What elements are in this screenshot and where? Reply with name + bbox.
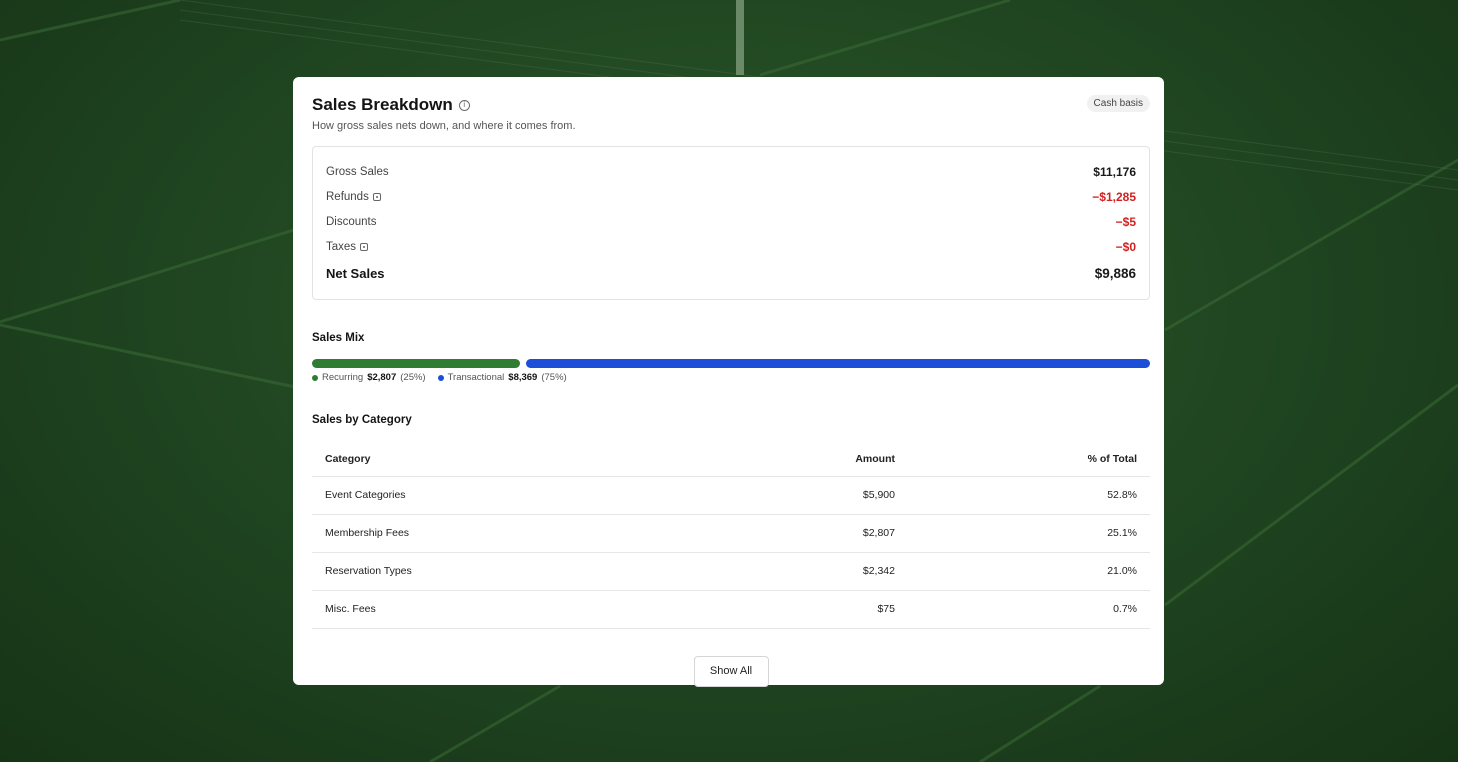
legend-transactional: Transactional $8,369 (75%): [437, 372, 567, 383]
sales-mix-legend: Recurring $2,807 (25%) Transactional $8,…: [312, 372, 1150, 383]
pct-cell: 52.8%: [908, 476, 1150, 515]
column-header-amount[interactable]: Amount: [792, 443, 908, 477]
category-cell: Reservation Types: [312, 552, 792, 591]
category-table: Category Amount % of Total Event Categor…: [312, 443, 1150, 629]
info-icon[interactable]: i: [458, 99, 470, 111]
table-row: Membership Fees $2,807 25.1%: [312, 514, 1150, 553]
transactional-amount: $8,369: [508, 372, 538, 383]
transactional-pct: (75%): [541, 372, 567, 383]
taxes-row: Taxes −$0: [326, 234, 1136, 259]
recurring-label: Recurring: [322, 372, 364, 383]
amount-cell: $5,900: [792, 476, 908, 515]
table-row: Reservation Types $2,342 21.0%: [312, 552, 1150, 591]
pct-cell: 21.0%: [908, 552, 1150, 591]
show-all-button[interactable]: Show All: [693, 655, 769, 687]
transactional-label: Transactional: [447, 372, 505, 383]
card-title: Sales Breakdown: [312, 95, 453, 114]
sales-breakdown-card: Sales Breakdown i How gross sales nets d…: [293, 77, 1164, 687]
refunds-info-icon[interactable]: [372, 192, 381, 201]
card-header: Sales Breakdown i How gross sales nets d…: [312, 95, 1150, 132]
transactional-dot-icon: [437, 374, 444, 381]
net-sales-value: $9,886: [1094, 265, 1136, 281]
category-cell: Event Categories: [312, 476, 792, 515]
net-sales-row: Net Sales $9,886: [326, 259, 1136, 287]
refunds-row: Refunds −$1,285: [326, 184, 1136, 209]
amount-cell: $75: [792, 590, 908, 629]
taxes-info-icon[interactable]: [360, 242, 369, 251]
sales-mix-title: Sales Mix: [312, 332, 365, 344]
table-row: Event Categories $5,900 52.8%: [312, 476, 1150, 515]
amount-cell: $2,342: [792, 552, 908, 591]
recurring-segment: [312, 359, 520, 368]
taxes-value: −$0: [1115, 239, 1136, 254]
discounts-value: −$5: [1115, 214, 1136, 229]
gross-sales-row: Gross Sales $11,176: [326, 159, 1136, 184]
pct-cell: 25.1%: [908, 514, 1150, 553]
column-header-category[interactable]: Category: [312, 443, 792, 477]
table-header-row: Category Amount % of Total: [312, 443, 1150, 477]
taxes-label: Taxes: [326, 240, 357, 253]
sales-summary: Gross Sales $11,176 Refunds −$1,285 Disc…: [312, 146, 1150, 300]
recurring-amount: $2,807: [367, 372, 397, 383]
cash-basis-badge: Cash basis: [1086, 95, 1150, 112]
category-cell: Membership Fees: [312, 514, 792, 553]
column-header-pct[interactable]: % of Total: [908, 443, 1150, 477]
gross-sales-label: Gross Sales: [326, 165, 389, 178]
sales-by-category-title: Sales by Category: [312, 414, 412, 426]
net-sales-label: Net Sales: [326, 265, 385, 281]
gross-sales-value: $11,176: [1093, 164, 1136, 179]
recurring-pct: (25%): [400, 372, 426, 383]
transactional-segment: [526, 359, 1150, 368]
category-cell: Misc. Fees: [312, 590, 792, 629]
sales-mix-bar: [312, 359, 1150, 368]
card-subtitle: How gross sales nets down, and where it …: [312, 120, 576, 132]
table-row: Misc. Fees $75 0.7%: [312, 590, 1150, 629]
card-footer: Show All: [312, 655, 1150, 687]
refunds-value: −$1,285: [1092, 189, 1136, 204]
recurring-dot-icon: [312, 374, 318, 381]
pct-cell: 0.7%: [908, 590, 1150, 629]
refunds-label: Refunds: [326, 190, 369, 203]
discounts-label: Discounts: [326, 215, 377, 228]
legend-recurring: Recurring $2,807 (25%): [312, 372, 426, 383]
discounts-row: Discounts −$5: [326, 209, 1136, 234]
amount-cell: $2,807: [792, 514, 908, 553]
